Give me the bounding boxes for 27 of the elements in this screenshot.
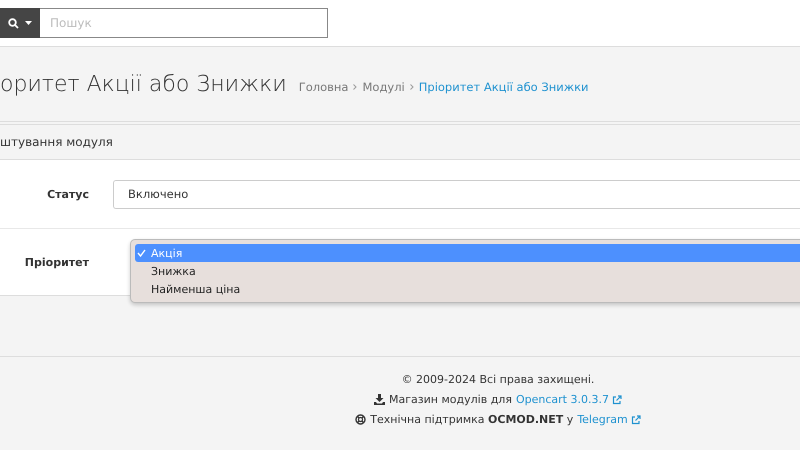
opencart-link[interactable]: Opencart 3.0.3.7 xyxy=(516,393,622,406)
download-icon xyxy=(374,394,386,405)
check-icon xyxy=(137,249,146,257)
breadcrumb-link[interactable]: Модулі xyxy=(362,80,405,94)
copyright-text: © 2009-2024 Всі права захищені. xyxy=(402,373,594,386)
search-icon xyxy=(8,18,19,28)
chevron-icon xyxy=(353,84,358,90)
footer-text: Магазин модулів для xyxy=(389,393,512,406)
caret-icon xyxy=(25,21,32,25)
page-title: оритет Акції або Знижки xyxy=(0,72,287,96)
status-select[interactable]: Включено xyxy=(113,180,800,208)
breadcrumb-link[interactable]: Головна xyxy=(298,80,348,94)
dropdown-option[interactable]: Акція xyxy=(135,244,800,262)
breadcrumb-link[interactable]: Пріоритет Акції або Знижки xyxy=(418,80,588,94)
field-label: Пріоритет xyxy=(24,256,90,268)
external-link-icon xyxy=(612,394,622,404)
telegram-link[interactable]: Telegram xyxy=(577,413,641,426)
dropdown-option[interactable]: Найменша ціна xyxy=(135,280,800,298)
lifebuoy-icon xyxy=(355,414,366,425)
chevron-icon xyxy=(410,84,414,90)
external-link-icon xyxy=(630,414,641,424)
dropdown-option[interactable]: Знижка xyxy=(135,262,800,280)
search-button[interactable] xyxy=(0,8,40,38)
search-field[interactable]: Пошук xyxy=(40,8,328,38)
field-label: Статус xyxy=(46,188,90,200)
footer-text: Технічна підтримка OCMOD.NET у xyxy=(370,413,574,426)
panel-heading: штування модуля xyxy=(0,135,113,149)
